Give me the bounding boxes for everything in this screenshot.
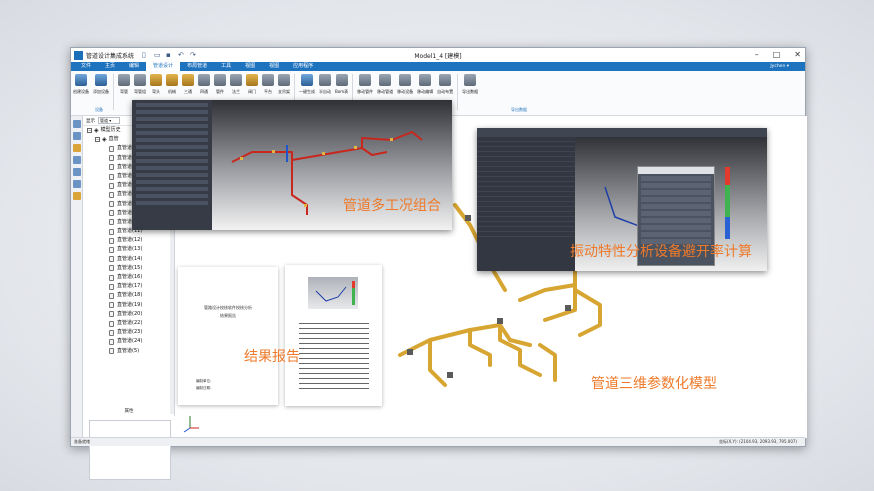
valve-icon [565,305,571,311]
z-axis-icon [183,427,191,433]
caption-vibration: 振动特性分析设备避开率计算 [570,244,752,260]
report-cover-page: 管路设计校核软件校核分析 结果报告 编制单位： 编制日期： [178,267,278,405]
caption-param-model: 管道三维参数化模型 [591,376,717,392]
report-result-page [285,265,382,406]
valve-icon [465,215,471,221]
report-chart-image [308,277,358,309]
inset-b-header [477,128,767,137]
inset-b-table [477,137,575,271]
report-title-1: 管路设计校核软件校核分析 [204,305,252,310]
report-title-2: 结果报告 [220,313,236,318]
valve-icon [447,372,453,378]
caption-multi-case: 管道多工况组合 [343,198,441,214]
report-footer-1: 编制单位： [196,379,214,383]
inset-a-sidebar [132,100,212,230]
valve-icon [407,349,413,355]
valve-icon [497,318,503,324]
caption-report: 结果报告 [244,349,300,365]
axis-triad [183,416,199,433]
report-footer-2: 编制日期： [196,386,214,390]
